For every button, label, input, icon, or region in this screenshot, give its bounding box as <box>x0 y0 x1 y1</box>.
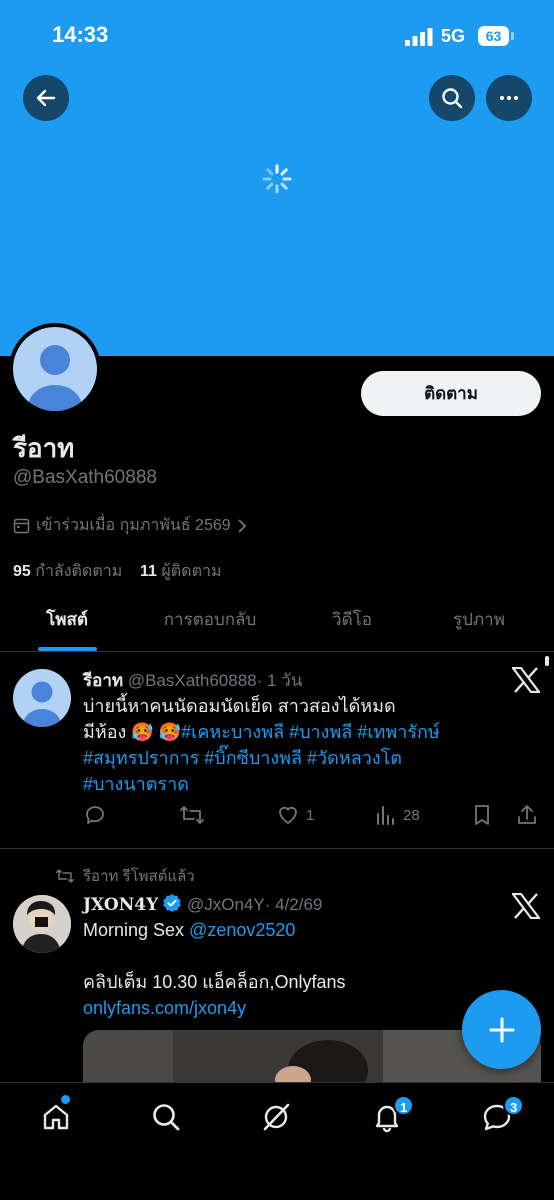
home-new-indicator <box>61 1095 70 1104</box>
share-icon <box>518 805 536 824</box>
post-author-handle: @JxOn4Y <box>186 895 265 914</box>
active-tab-indicator <box>38 647 97 651</box>
views-button[interactable]: 28 <box>375 803 420 827</box>
hashtag-links[interactable]: #สมุทรปราการ #บิ๊กซีบางพลี #วัดหลวงโต <box>83 745 523 771</box>
post-text-line: มีห้อง 🥵 🥵 <box>83 722 182 742</box>
nav-grok[interactable] <box>256 1097 296 1137</box>
followers-link[interactable]: 11 ผู้ติดตาม <box>140 563 221 580</box>
compose-post-button[interactable] <box>462 990 541 1069</box>
followers-label: ผู้ติดตาม <box>161 563 222 580</box>
post-time: · 4/2/69 <box>264 895 323 914</box>
repost-icon <box>56 869 74 883</box>
notifications-badge: 1 <box>393 1095 415 1116</box>
battery-icon: 63 <box>478 26 514 46</box>
joined-date: เข้าร่วมเมื่อ กุมภาพันธ์ 2569 <box>13 513 247 538</box>
follow-button[interactable]: ติดตาม <box>361 371 541 416</box>
nav-home[interactable] <box>36 1097 76 1137</box>
hashtag-links[interactable]: #เคหะบางพลี #บางพลี #เทพารักษ์ <box>181 722 440 742</box>
messages-badge: 3 <box>503 1095 525 1116</box>
post-text-line: บ่ายนี้หาคนนัดอมนัดเย็ด สาวสองได้หมด <box>83 696 396 716</box>
back-button[interactable] <box>23 75 69 121</box>
profile-photo <box>13 895 71 953</box>
views-count: 28 <box>403 806 420 824</box>
post-author-avatar[interactable] <box>13 669 71 727</box>
views-icon <box>377 806 394 825</box>
like-button[interactable]: 1 <box>276 803 314 827</box>
following-count: 95 <box>13 563 31 580</box>
following-label: กำลังติดตาม <box>35 563 123 580</box>
hashtag-links[interactable]: #บางนาตราด <box>83 771 523 797</box>
arrow-left-icon <box>36 89 56 107</box>
post-time: · 1 วัน <box>256 671 303 690</box>
post-item[interactable]: รีอาท @BasXath60888· 1 วัน บ่ายนี้หาคนนั… <box>0 653 554 849</box>
post-text-line: Morning Sex <box>83 920 185 940</box>
tab-videos[interactable]: วิดีโอ <box>286 596 418 652</box>
profile-tabs: โพสต์ การตอบกลับ วิดีโอ รูปภาพ <box>0 596 554 652</box>
heart-icon <box>279 806 297 824</box>
default-avatar-icon <box>23 681 61 727</box>
post-header: รีอาท @BasXath60888· 1 วัน <box>83 667 302 694</box>
battery-level: 63 <box>478 26 509 46</box>
bookmark-icon <box>475 805 489 825</box>
like-count: 1 <box>306 806 315 824</box>
post-author-handle: @BasXath60888 <box>127 671 257 690</box>
home-icon <box>43 1104 69 1130</box>
post-text-line: คลิปเต็ม 10.30 แอ็คล็อก,Onlyfans <box>83 972 346 992</box>
post-body: Morning Sex @zenov2520 คลิปเต็ม 10.30 แอ… <box>83 917 523 1021</box>
share-button[interactable] <box>515 803 539 827</box>
mention-link[interactable]: @zenov2520 <box>189 920 295 940</box>
status-time: 14:33 <box>52 22 109 47</box>
verified-badge-icon <box>163 894 182 912</box>
chevron-right-icon[interactable] <box>237 518 247 533</box>
repost-indicator: รีอาท รีโพสต์แล้ว <box>55 864 195 888</box>
post-body: บ่ายนี้หาคนนัดอมนัดเย็ด สาวสองได้หมด มีห… <box>83 693 523 797</box>
tab-posts[interactable]: โพสต์ <box>0 596 134 652</box>
post-header: JXON4Y @JxOn4Y· 4/2/69 <box>83 893 322 915</box>
reply-button[interactable] <box>83 803 107 827</box>
search-icon <box>442 88 463 109</box>
loading-spinner-icon <box>262 164 292 194</box>
grok-icon <box>263 1103 290 1131</box>
plus-icon <box>489 1017 514 1042</box>
tab-replies[interactable]: การตอบกลับ <box>134 596 286 652</box>
post-author-avatar[interactable] <box>13 895 71 953</box>
bookmark-button[interactable] <box>471 803 493 827</box>
external-link[interactable]: onlyfans.com/jxon4y <box>83 995 523 1021</box>
network-type: 5G <box>441 26 466 46</box>
search-icon <box>153 1104 180 1131</box>
calendar-icon <box>13 518 30 534</box>
profile-handle: @BasXath60888 <box>13 467 157 488</box>
repost-label[interactable]: รีอาท รีโพสต์แล้ว <box>83 864 195 888</box>
x-logo-icon[interactable] <box>512 893 540 919</box>
reply-icon <box>86 806 104 824</box>
follow-counts: 95 กำลังติดตาม 11 ผู้ติดตาม <box>13 559 221 584</box>
post-author-name[interactable]: รีอาท <box>83 671 123 690</box>
tab-photos[interactable]: รูปภาพ <box>418 596 540 652</box>
x-logo-icon[interactable] <box>512 667 540 693</box>
repost-icon <box>180 806 204 824</box>
post-actions: 1 28 <box>83 803 543 833</box>
more-horizontal-icon <box>500 96 518 100</box>
status-bar: 14:33 5G 63 <box>0 0 554 70</box>
nav-search[interactable] <box>146 1097 186 1137</box>
default-avatar-icon <box>28 345 82 411</box>
repost-button[interactable] <box>179 803 205 827</box>
search-button[interactable] <box>429 75 475 121</box>
bottom-navigation: 1 3 <box>0 1082 554 1200</box>
joined-date-text: เข้าร่วมเมื่อ กุมภาพันธ์ 2569 <box>36 517 231 534</box>
signal-icon <box>405 28 433 46</box>
more-button[interactable] <box>486 75 532 121</box>
followers-count: 11 <box>140 563 157 580</box>
following-link[interactable]: 95 กำลังติดตาม <box>13 563 122 580</box>
post-author-name[interactable]: JXON4Y <box>83 895 158 915</box>
profile-display-name: รีอาท <box>13 433 75 463</box>
profile-avatar[interactable] <box>9 323 101 415</box>
